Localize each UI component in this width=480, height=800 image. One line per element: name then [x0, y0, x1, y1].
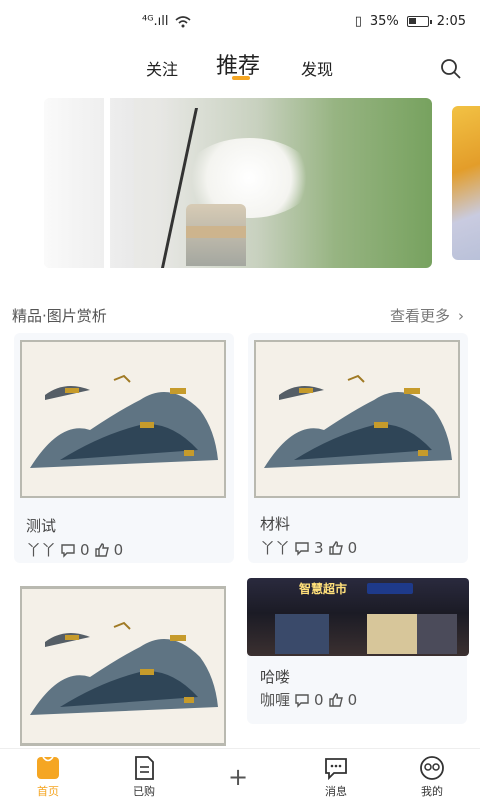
- like-icon[interactable]: [328, 692, 344, 708]
- active-tab-indicator: [232, 76, 250, 80]
- painting-image[interactable]: [18, 338, 228, 500]
- like-icon[interactable]: [328, 540, 344, 556]
- like-icon[interactable]: [94, 542, 110, 558]
- author-name: 咖喱: [260, 691, 291, 709]
- section-title: 精品·图片赏析: [12, 307, 107, 325]
- status-right: ▯ 35% 2:05: [355, 14, 466, 29]
- store-photo[interactable]: 智慧超市: [247, 578, 469, 656]
- tab-discover[interactable]: 发现: [301, 56, 333, 80]
- vibrate-icon: ▯: [354, 14, 362, 29]
- like-count: 0: [347, 538, 358, 557]
- painting-svg: [18, 338, 228, 500]
- see-more-link[interactable]: 查看更多 ›: [390, 305, 464, 326]
- painting-svg: [18, 585, 228, 747]
- shop-window: [417, 614, 457, 654]
- clock: 2:05: [436, 14, 466, 29]
- card-title: 测试: [26, 517, 57, 535]
- painting-image[interactable]: [252, 338, 462, 500]
- store-logo: [367, 583, 413, 594]
- top-tabs: 关注 推荐 发现: [0, 44, 480, 94]
- home-icon: [37, 756, 59, 779]
- nav-profile[interactable]: 我的: [402, 755, 462, 799]
- face-glasses-icon: [420, 756, 444, 780]
- chair-shape: [44, 98, 134, 268]
- nav-messages-label: 消息: [325, 785, 347, 798]
- author-name: 丫丫: [260, 539, 291, 557]
- like-count: 0: [113, 540, 124, 559]
- comment-icon[interactable]: [294, 540, 310, 556]
- nav-purchased[interactable]: 已购: [114, 755, 174, 799]
- like-count: 0: [347, 690, 358, 709]
- see-more-label: 查看更多: [389, 307, 450, 325]
- card-meta: 丫丫 3 0: [260, 537, 357, 558]
- painting-image[interactable]: [18, 585, 228, 747]
- card-meta: 丫丫 0 0: [26, 539, 123, 560]
- signal-indicator: ⁴ᴳ.ıll: [142, 14, 191, 29]
- card-title: 材料: [260, 515, 291, 533]
- card-meta: 咖喱 0 0: [260, 689, 357, 710]
- nav-purchased-label: 已购: [133, 785, 155, 798]
- nav-profile-label: 我的: [421, 785, 443, 798]
- comment-count: 0: [314, 690, 324, 709]
- add-post-button[interactable]: +: [228, 763, 248, 791]
- nav-home[interactable]: 首页: [18, 755, 78, 799]
- nav-home-label: 首页: [37, 785, 59, 798]
- search-icon[interactable]: [440, 58, 462, 80]
- banner-next-image[interactable]: [452, 106, 480, 260]
- status-bar: ⁴ᴳ.ıll ▯ 35% 2:05: [0, 0, 480, 44]
- wifi-icon: [175, 15, 191, 27]
- shop-window: [275, 614, 329, 654]
- document-icon: [135, 756, 154, 780]
- comment-count: 3: [314, 538, 324, 557]
- author-name: 丫丫: [26, 541, 57, 559]
- painting-svg: [252, 338, 462, 500]
- chevron-right-icon: ›: [458, 306, 464, 325]
- battery-text: 35%: [369, 14, 399, 29]
- battery-icon: [406, 16, 432, 27]
- tab-follow[interactable]: 关注: [146, 56, 178, 80]
- comment-icon[interactable]: [60, 542, 76, 558]
- nav-messages[interactable]: 消息: [306, 755, 366, 799]
- bottom-nav: 首页 已购 + 消息 我的: [0, 748, 480, 800]
- chat-icon: [325, 758, 347, 781]
- card-title: 哈喽: [260, 668, 291, 686]
- banner-image[interactable]: [44, 98, 432, 268]
- comment-icon[interactable]: [294, 692, 310, 708]
- jar-shape: [186, 204, 246, 266]
- comment-count: 0: [80, 540, 90, 559]
- shop-window: [367, 614, 417, 654]
- signal-text: ⁴ᴳ.ıll: [142, 14, 169, 29]
